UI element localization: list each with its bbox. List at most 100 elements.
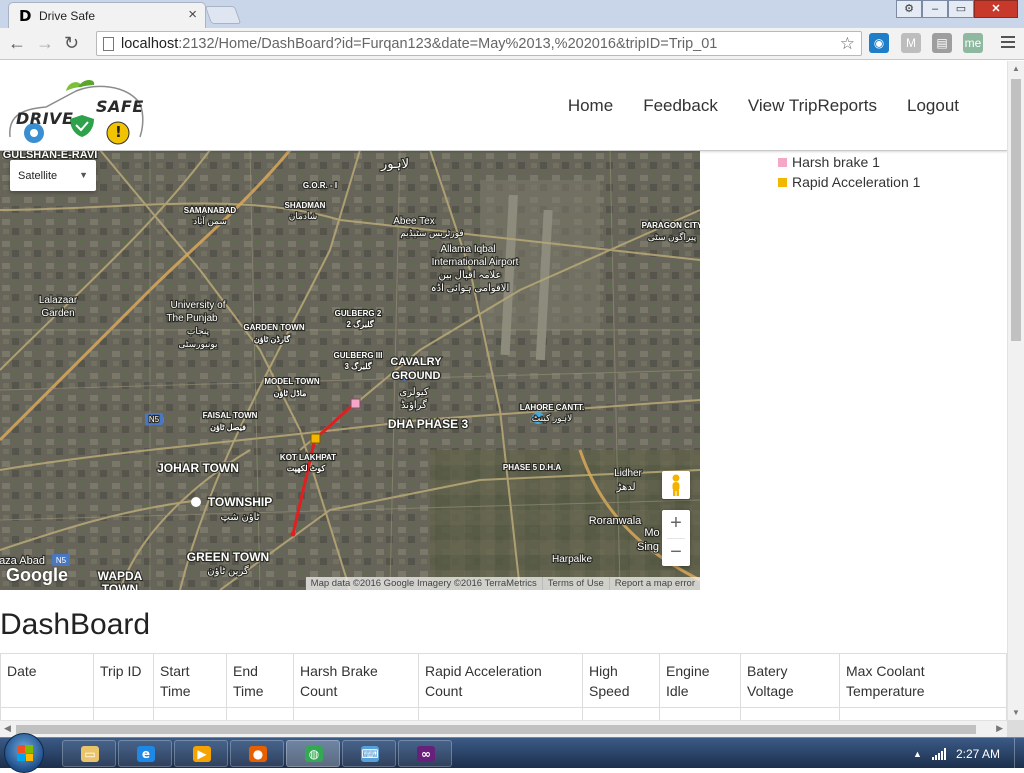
map-label: Mo [644, 527, 659, 539]
column-header: High Speed [582, 653, 660, 708]
clock[interactable]: 2:27 AM [956, 747, 1000, 761]
scroll-down-icon[interactable]: ▼ [1012, 708, 1020, 717]
column-header-text: Voltage [747, 683, 794, 699]
zoom-in-button[interactable]: + [662, 510, 690, 538]
scroll-up-icon[interactable]: ▲ [1012, 64, 1020, 73]
show-desktop-button[interactable] [1014, 738, 1024, 769]
map-label: PARAGON CITY [642, 221, 700, 230]
map-label: CAVALRY [390, 356, 442, 368]
column-header-text: Time [233, 683, 264, 699]
browser-toolbar: ← → ↻ localhost:2132/Home/DashBoard?id=F… [0, 28, 1024, 60]
table-cell: 10 [659, 707, 741, 720]
vertical-scroll-thumb[interactable] [1011, 79, 1021, 341]
trip-map[interactable]: N5 N5 GULSHAN-E-RAVIگلشن راویلاہورG.O.R.… [0, 150, 700, 590]
url-host: localhost [121, 36, 179, 52]
ext-m-icon[interactable]: M [901, 33, 921, 53]
scroll-left-icon[interactable]: ◀ [4, 723, 11, 734]
map-label: GULBERG III [334, 351, 383, 360]
user-icon[interactable]: ⚙ [896, 0, 922, 18]
map-label: International Airport [432, 257, 519, 268]
new-tab-button[interactable] [204, 6, 242, 24]
map-label: GULBERG 2 [335, 309, 382, 318]
close-window-button[interactable]: ✕ [974, 0, 1018, 18]
maximize-button[interactable]: ▭ [948, 0, 974, 18]
visual-studio-taskbar-button[interactable]: ∞ [398, 740, 452, 767]
minimize-button[interactable]: – [922, 0, 948, 18]
column-header-text: Speed [589, 683, 630, 699]
window-controls: ⚙ – ▭ ✕ [896, 0, 1018, 18]
column-header-text: High [589, 663, 618, 679]
forward-arrow-icon[interactable]: → [36, 34, 54, 52]
map-type-dropdown[interactable]: Satellite ▼ [10, 160, 96, 191]
firefox-taskbar-button[interactable]: ● [230, 740, 284, 767]
horizontal-scroll-thumb[interactable] [16, 725, 976, 734]
map-label: پیراگون سٹی [648, 231, 697, 243]
column-header: Rapid Acceleration Count [418, 653, 583, 708]
map-label: GREEN TOWN [187, 550, 269, 564]
map-label: Sing [637, 541, 659, 553]
drive-safe-logo[interactable]: DRIVE SAFE ! [6, 77, 146, 149]
map-label: FAISAL TOWN [203, 411, 258, 420]
map-label: LAHORE CANTT. [520, 403, 584, 412]
reload-icon[interactable]: ↻ [64, 34, 79, 52]
ie-taskbar-icon: e [137, 746, 155, 762]
scroll-right-icon[interactable]: ▶ [996, 723, 1003, 734]
satellite-map-imagery: N5 N5 GULSHAN-E-RAVIگلشن راویلاہورG.O.R.… [0, 150, 700, 590]
legend-label: Harsh brake 1 [792, 154, 880, 170]
map-label: ٹاؤن شپ [221, 512, 260, 523]
zoom-out-button[interactable]: − [662, 539, 690, 567]
horizontal-scrollbar[interactable]: ◀ ▶ [0, 720, 1007, 737]
report-map-error-link[interactable]: Report a map error [608, 577, 700, 590]
map-label: University of [170, 300, 225, 311]
map-label: DHA PHASE 3 [388, 417, 469, 431]
chrome-menu-icon[interactable] [1001, 36, 1015, 51]
start-button[interactable] [4, 733, 44, 773]
map-label: Roranwala [589, 515, 642, 527]
terms-of-use-link[interactable]: Terms of Use [541, 577, 609, 590]
keyboard-taskbar-icon: ⌨ [361, 746, 379, 762]
nav-view-tripreports-link[interactable]: View TripReports [748, 96, 877, 116]
keyboard-taskbar-button[interactable]: ⌨ [342, 740, 396, 767]
media-player-taskbar-button[interactable]: ▶ [174, 740, 228, 767]
tray-overflow-icon[interactable]: ▲ [913, 749, 922, 759]
table-cell: 13.5 [740, 707, 840, 720]
table-row: May 13Trip_012:043:3011100 KM/H1013.587 [0, 707, 1007, 720]
nav-logout-link[interactable]: Logout [907, 96, 959, 116]
browser-tab[interactable]: D Drive Safe × [8, 2, 206, 28]
map-label: SHADMAN [285, 201, 326, 210]
drive-safe-favicon-icon: D [19, 7, 32, 25]
warning-icon: ! [115, 123, 122, 141]
nav-home-link[interactable]: Home [568, 96, 613, 116]
column-header: End Time [226, 653, 294, 708]
back-arrow-icon[interactable]: ← [8, 34, 26, 52]
bookmark-star-icon[interactable]: ☆ [840, 34, 855, 54]
ext-me-icon[interactable]: me [963, 33, 983, 53]
chrome-taskbar-button[interactable]: ◍ [286, 740, 340, 767]
dropdown-caret-icon: ▼ [79, 170, 88, 180]
map-label: علامہ اقبال بین [438, 270, 501, 281]
legend-item: Harsh brake 1 [778, 152, 920, 172]
page-viewport: DRIVE SAFE ! Home Feedback View TripRepo… [0, 61, 1007, 720]
map-label: GARDEN TOWN [243, 323, 304, 332]
vertical-scrollbar[interactable]: ▲ ▼ [1007, 61, 1024, 720]
column-header: Trip ID [93, 653, 154, 708]
map-label: فورٹریس سٹیڈیم [400, 228, 463, 239]
table-cell: Trip_01 [93, 707, 154, 720]
map-type-label: Satellite [18, 170, 58, 182]
street-view-pegman-icon[interactable] [662, 471, 690, 499]
dashboard-title: DashBoard [0, 608, 151, 641]
ie-taskbar-button[interactable]: e [118, 740, 172, 767]
nav-feedback-link[interactable]: Feedback [643, 96, 718, 116]
network-signal-icon[interactable] [931, 747, 946, 760]
map-label: گلبرگ 2 [346, 319, 373, 330]
ext-blue-icon[interactable]: ◉ [869, 33, 889, 53]
tab-close-icon[interactable]: × [188, 6, 197, 23]
map-label: Lalazaar [39, 295, 78, 306]
url-text[interactable]: localhost:2132/Home/DashBoard?id=Furqan1… [121, 36, 717, 52]
table-cell: 100 KM/H [582, 707, 660, 720]
explorer-taskbar-button[interactable]: ▭ [62, 740, 116, 767]
address-bar[interactable]: localhost:2132/Home/DashBoard?id=Furqan1… [96, 31, 862, 56]
ext-video-icon[interactable]: ▤ [932, 33, 952, 53]
firefox-taskbar-icon: ● [249, 746, 267, 762]
column-header: Harsh Brake Count [293, 653, 419, 708]
